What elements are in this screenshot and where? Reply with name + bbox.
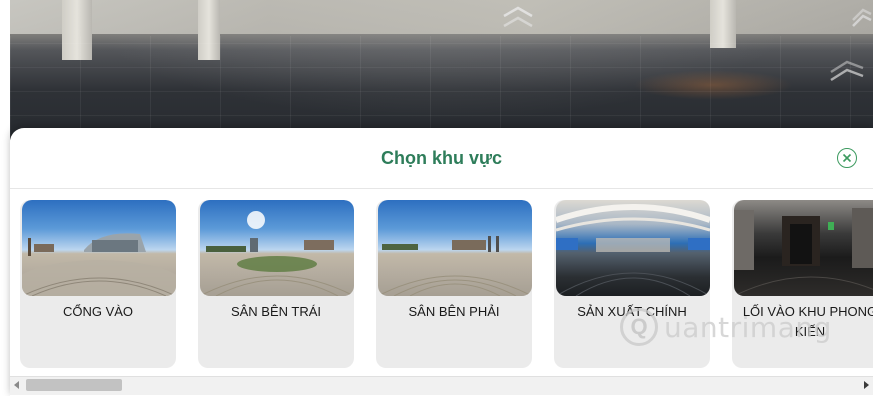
location-label: CỔNG VÀO (62, 304, 134, 319)
hotspot-arrow-icon[interactable] (849, 8, 873, 32)
panorama-view[interactable] (10, 0, 873, 140)
location-card[interactable]: SÂN BÊN PHẢI (376, 200, 532, 368)
location-thumbnail (556, 200, 710, 296)
close-circle-icon[interactable] (837, 148, 857, 168)
panel-header: Chọn khu vực (10, 128, 873, 189)
horizontal-scrollbar[interactable] (10, 376, 873, 395)
scroll-right-icon[interactable] (864, 381, 869, 389)
location-label: SÂN BÊN PHẢI (408, 304, 500, 319)
panorama-light (633, 70, 793, 100)
hotspot-arrow-icon[interactable] (827, 60, 867, 84)
location-card[interactable]: LỐI VÀO KHU PHONG KIẾN (732, 200, 873, 368)
scroll-left-icon[interactable] (14, 381, 19, 389)
location-list[interactable]: CỔNG VÀO SÂN BÊN TRÁI SÂN BÊN PHẢI SẢN X… (20, 200, 873, 370)
panorama-wall (10, 0, 873, 34)
location-label: LỐI VÀO KHU PHONG KIẾN (742, 304, 873, 339)
panel-title: Chọn khu vực (380, 148, 503, 168)
location-card[interactable]: SÂN BÊN TRÁI (198, 200, 354, 368)
location-thumbnail (734, 200, 873, 296)
double-chevron-up-icon[interactable] (498, 4, 538, 30)
location-label: SẢN XUẤT CHÍNH (577, 304, 687, 319)
location-card[interactable]: SẢN XUẤT CHÍNH (554, 200, 710, 368)
location-card[interactable]: CỔNG VÀO (20, 200, 176, 368)
location-thumbnail (22, 200, 176, 296)
scrollbar-thumb[interactable] (26, 379, 122, 391)
location-thumbnail (378, 200, 532, 296)
area-selection-panel: Chọn khu vực CỔNG VÀO SÂN BÊN TRÁI SÂN B… (10, 128, 873, 396)
location-label: SÂN BÊN TRÁI (230, 304, 322, 319)
location-thumbnail (200, 200, 354, 296)
